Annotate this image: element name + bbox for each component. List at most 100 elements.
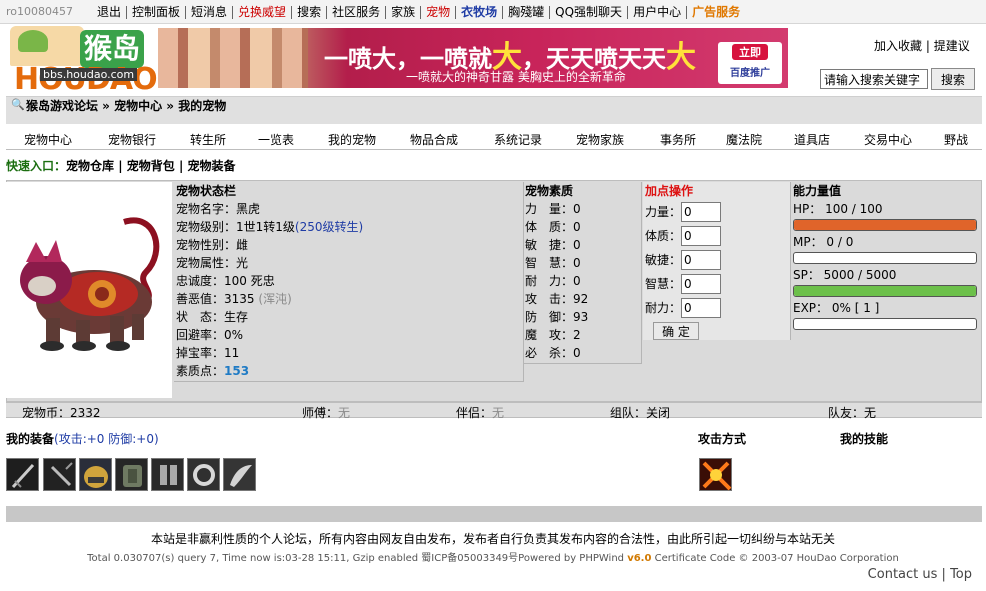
pet-attribute-row: 宠物属性：光 <box>176 256 249 270</box>
attr-row: 必 杀：0 <box>525 346 581 360</box>
ability-column: 能力量值 HP： 100 / 100 MP： 0 / 0 SP： 5000 / … <box>791 182 979 382</box>
add-endurance-row: 耐力： <box>645 296 790 320</box>
add-favorite-link[interactable]: 加入收藏 <box>874 39 922 53</box>
state-row: 状 态：生存 <box>176 310 249 324</box>
version-label: v6.0 <box>627 553 652 564</box>
attr-row: 魔 攻：2 <box>525 328 581 342</box>
menu-qq-chat[interactable]: QQ强制聊天 <box>549 6 627 19</box>
attr-row: 力 量：0 <box>525 202 581 216</box>
pet-portrait <box>6 182 172 398</box>
drop-value: 11 <box>224 346 240 360</box>
top-link[interactable]: Top <box>950 567 972 582</box>
search-input[interactable] <box>820 69 928 89</box>
pet-nav-item[interactable]: 系统记录 <box>494 131 542 148</box>
drop-row: 掉宝率：11 <box>176 346 240 360</box>
menu-pet[interactable]: 宠物 <box>420 6 455 19</box>
quick-pet-bag[interactable]: 宠物背包 <box>127 159 175 173</box>
equip-boots-icon[interactable] <box>151 458 184 491</box>
constitution-input[interactable] <box>681 226 721 246</box>
state-value: 生存 <box>224 310 249 324</box>
agility-input[interactable] <box>681 250 721 270</box>
menu-community[interactable]: 社区服务 <box>326 6 385 19</box>
pet-nav-item[interactable]: 一览表 <box>258 131 294 148</box>
karma-note: (浑沌) <box>258 292 292 306</box>
pet-nav-item[interactable]: 事务所 <box>660 131 696 148</box>
search-button[interactable]: 搜索 <box>931 68 975 90</box>
pet-nav-item[interactable]: 宠物中心 <box>24 131 72 148</box>
pet-nav-item[interactable]: 道具店 <box>794 131 830 148</box>
menu-messages[interactable]: 短消息 <box>185 6 232 19</box>
add-points-title: 加点操作 <box>645 184 694 198</box>
menu-search[interactable]: 搜索 <box>291 6 326 19</box>
pet-nav-item[interactable]: 我的宠物 <box>328 131 376 148</box>
quick-pet-equipment[interactable]: 宠物装备 <box>188 159 236 173</box>
hp-label: HP： 100 / 100 <box>793 202 883 216</box>
equip-dagger-icon[interactable] <box>43 458 76 491</box>
ad-banner[interactable]: 一喷大，一喷就大，天天喷天天大 一喷就大的神奇甘露 美胸史上的全新革命 立即 百… <box>158 28 788 88</box>
add-constitution-row: 体质： <box>645 224 790 248</box>
equip-ring-icon[interactable] <box>187 458 220 491</box>
breadcrumb-text[interactable]: 猴岛游戏论坛 » 宠物中心 » 我的宠物 <box>26 97 226 114</box>
pet-nav-item[interactable]: 物品合成 <box>410 131 458 148</box>
menu-logout[interactable]: 退出 <box>92 6 126 19</box>
mp-bar <box>793 252 977 264</box>
rebirth-link[interactable]: (250级转生) <box>295 220 363 234</box>
menu-ad-service[interactable]: 广告服务 <box>686 6 745 19</box>
endurance-input[interactable] <box>681 298 721 318</box>
equip-helmet-icon[interactable] <box>79 458 112 491</box>
banner-photo <box>158 28 308 88</box>
attr-row: 智 慧：0 <box>525 256 581 270</box>
suggest-link[interactable]: 提建议 <box>934 39 970 53</box>
attributes-title: 宠物素质 <box>525 184 574 198</box>
equip-sword-icon[interactable] <box>6 458 39 491</box>
hp-bar-fill <box>794 220 976 230</box>
disclaimer-text: 本站是非赢利性质的个人论坛，所有内容由网友自由发布，发布者自行负责其发布内容的合… <box>150 532 835 546</box>
add-wisdom-row: 智慧： <box>645 272 790 296</box>
contact-link[interactable]: Contact us <box>868 567 938 582</box>
wisdom-input[interactable] <box>681 274 721 294</box>
menu-control-panel[interactable]: 控制面板 <box>126 6 185 19</box>
pet-nav-item[interactable]: 宠物银行 <box>108 131 156 148</box>
loyalty-row: 忠诚度：100 死忠 <box>176 274 275 288</box>
team-stat: 组队：关闭 <box>610 406 671 420</box>
mp-label: MP： 0 / 0 <box>793 235 854 249</box>
points-row: 素质点：153 <box>176 364 250 378</box>
menu-user-center[interactable]: 用户中心 <box>627 6 686 19</box>
tiger-pet-icon <box>20 217 160 351</box>
menu-family[interactable]: 家族 <box>385 6 420 19</box>
username-link[interactable]: ro10080457 <box>6 5 73 18</box>
pet-level: 1世1转1级 <box>236 220 295 234</box>
pet-nav-item[interactable]: 转生所 <box>190 131 226 148</box>
partner-stat: 伴侣：无 <box>456 406 505 420</box>
menu-item-9[interactable]: 胸殘罐 <box>502 6 549 19</box>
pet-attributes-column: 宠物素质 力 量：0 体 质：0 敏 捷：0 智 慧：0 耐 力：0 攻 击：9… <box>524 182 642 364</box>
equip-claw-icon[interactable] <box>223 458 256 491</box>
pet-nav-item[interactable]: 野战 <box>944 131 968 148</box>
strength-input[interactable] <box>681 202 721 222</box>
attack-skill-icon[interactable] <box>699 458 732 491</box>
pet-nav-item[interactable]: 魔法院 <box>726 131 762 148</box>
hp-bar <box>793 219 977 231</box>
section-divider <box>6 506 982 522</box>
pet-gender: 雌 <box>236 238 249 252</box>
pet-nav-item[interactable]: 交易中心 <box>864 131 912 148</box>
confirm-button[interactable]: 确 定 <box>653 322 699 340</box>
menu-ranch[interactable]: 衣牧场 <box>455 6 502 19</box>
equipment-title: 我的装备(攻击:+0 防御:+0) <box>6 432 159 446</box>
site-logo[interactable]: 猴岛 HOUDAO bbs.houdao.com <box>10 26 158 97</box>
skills-title: 我的技能 <box>840 432 889 446</box>
pet-nav-item[interactable]: 宠物家族 <box>576 131 624 148</box>
quick-pet-storage[interactable]: 宠物仓库 <box>66 159 114 173</box>
sp-bar-fill <box>794 286 976 296</box>
pet-level-row: 宠物级别：1世1转1级(250级转生) <box>176 220 364 234</box>
logo-flag-icon <box>10 26 84 66</box>
footer-links: Contact us | Top <box>867 567 972 582</box>
equip-armor-icon[interactable] <box>115 458 148 491</box>
pet-social-stats: 宠物币：2332 师傅：无 伴侣：无 组队：关闭 队友：无 <box>6 402 982 420</box>
karma-row: 善恶值：3135 (浑沌) <box>176 292 292 306</box>
menu-exchange[interactable]: 兑换威望 <box>232 6 291 19</box>
teammate-stat: 队友：无 <box>828 406 877 420</box>
pet-name: 黑虎 <box>236 202 261 216</box>
banner-cta-button[interactable]: 立即 百度推广 <box>718 42 782 84</box>
sp-bar <box>793 285 977 297</box>
